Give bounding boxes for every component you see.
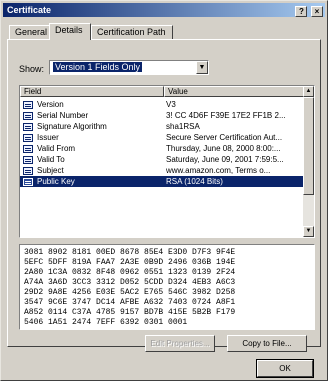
close-button[interactable]: ×	[311, 6, 323, 17]
show-label: Show:	[19, 64, 45, 74]
title-bar-buttons: ? ×	[294, 4, 323, 17]
vertical-scrollbar[interactable]: ▲ ▼	[303, 86, 314, 237]
field-value-detail[interactable]: 3081 8902 8181 00ED 8678 85E4 E3D0 D7F3 …	[19, 244, 315, 330]
table-row[interactable]: Issuer Secure Server Certification Aut..…	[20, 132, 304, 143]
field-value: V3	[166, 100, 176, 109]
certificate-field-icon	[23, 134, 33, 142]
field-name: Version	[37, 100, 64, 109]
field-name: Valid To	[37, 155, 65, 164]
scroll-up-icon[interactable]: ▲	[303, 86, 314, 97]
certificate-field-icon	[23, 178, 33, 186]
table-row[interactable]: Signature Algorithm sha1RSA	[20, 121, 304, 132]
field-value: 3! CC 4D6F F39E 17E2 FF1B 2...	[166, 111, 286, 120]
copy-to-file-button[interactable]: Copy to File...	[227, 335, 307, 352]
field-value: Secure Server Certification Aut...	[166, 133, 283, 142]
scrollbar-thumb[interactable]	[303, 97, 314, 195]
table-row[interactable]: Version V3	[20, 99, 304, 110]
help-button[interactable]: ?	[295, 6, 308, 17]
window-title: Certificate	[7, 5, 52, 15]
fields-list-header: Field Value	[20, 86, 304, 97]
field-name: Valid From	[37, 144, 76, 153]
edit-properties-button[interactable]: Edit Properties...	[145, 335, 215, 352]
field-value: sha1RSA	[166, 122, 200, 131]
show-dropdown[interactable]: Version 1 Fields Only ▼	[49, 60, 209, 75]
hex-line: 29D2 9A8E 4256 E03E 5AC2 E765 546C 3982 …	[24, 288, 236, 297]
column-header-field[interactable]: Field	[20, 86, 164, 97]
hex-line: 3081 8902 8181 00ED 8678 85E4 E3D0 D7F3 …	[24, 248, 236, 257]
hex-line: 3547 9C6E 3747 DC14 AFBE A632 7403 0724 …	[24, 298, 236, 307]
hex-line: A74A 3A6D 3CC3 3312 D052 5CDD D324 4EB3 …	[24, 278, 236, 287]
field-value: Saturday, June 09, 2001 7:59:5...	[166, 155, 284, 164]
scroll-down-icon[interactable]: ▼	[303, 226, 314, 237]
ok-button[interactable]: OK	[256, 359, 314, 378]
table-row[interactable]: Valid To Saturday, June 09, 2001 7:59:5.…	[20, 154, 304, 165]
tab-general[interactable]: General	[9, 25, 51, 39]
certificate-field-icon	[23, 112, 33, 120]
table-row[interactable]: Valid From Thursday, June 08, 2000 8:00:…	[20, 143, 304, 154]
field-name: Subject	[37, 166, 64, 175]
hex-line: 2A80 1C3A 0832 8F48 0962 0551 1323 0139 …	[24, 268, 236, 277]
tab-certification-path[interactable]: Certification Path	[91, 25, 173, 39]
fields-list[interactable]: Field Value Version V3 Serial Number 3! …	[19, 85, 315, 238]
show-dropdown-value: Version 1 Fields Only	[53, 62, 143, 72]
table-row[interactable]: Serial Number 3! CC 4D6F F39E 17E2 FF1B …	[20, 110, 304, 121]
column-header-value[interactable]: Value	[164, 86, 304, 97]
hex-line: 5EFC 5DFF 819A FAA7 2A3E 0B9D 2496 036B …	[24, 258, 236, 267]
tab-details[interactable]: Details	[49, 23, 91, 40]
field-name: Serial Number	[37, 111, 89, 120]
fields-rows: Version V3 Serial Number 3! CC 4D6F F39E…	[20, 99, 304, 187]
certificate-field-icon	[23, 156, 33, 164]
hex-line: A852 0114 C37A 4785 9157 BD7B 415E 5B2B …	[24, 308, 236, 317]
field-value: www.amazon.com, Terms o...	[166, 166, 271, 175]
certificate-field-icon	[23, 123, 33, 131]
chevron-down-icon[interactable]: ▼	[196, 61, 208, 74]
field-name: Public Key	[37, 177, 75, 186]
certificate-field-icon	[23, 167, 33, 175]
table-row-selected[interactable]: Public Key RSA (1024 Bits)	[20, 176, 304, 187]
field-name: Signature Algorithm	[37, 122, 107, 131]
field-value: RSA (1024 Bits)	[166, 177, 223, 186]
table-row[interactable]: Subject www.amazon.com, Terms o...	[20, 165, 304, 176]
field-name: Issuer	[37, 133, 59, 142]
title-bar: Certificate ? ×	[3, 3, 325, 17]
certificate-field-icon	[23, 101, 33, 109]
field-value: Thursday, June 08, 2000 8:00:...	[166, 144, 281, 153]
certificate-dialog: Certificate ? × General Details Certific…	[0, 0, 328, 381]
certificate-field-icon	[23, 145, 33, 153]
hex-line: 5406 1A51 2474 7EFF 6392 0301 0001	[24, 318, 188, 327]
